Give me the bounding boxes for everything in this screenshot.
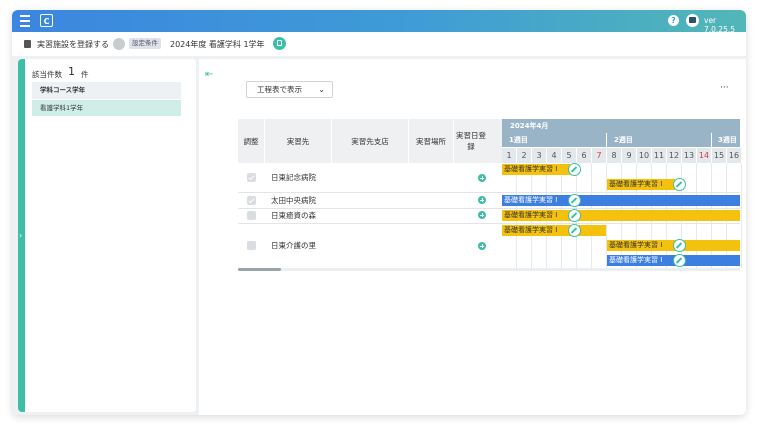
adjust-checkbox[interactable] <box>247 211 256 220</box>
gantt-day: 6 <box>577 148 591 163</box>
gantt-day: 12 <box>667 148 681 163</box>
user-icon <box>113 38 125 50</box>
gantt-day: 15 <box>712 148 726 163</box>
gantt-grid-line <box>741 163 742 268</box>
condition-text: 2024年度 看護学科 1学年 <box>170 40 265 49</box>
edit-pencil-icon[interactable] <box>568 194 581 207</box>
gantt-day: 9 <box>622 148 636 163</box>
add-date-icon[interactable] <box>478 242 486 250</box>
sub-header: 実習施設を登録する 設定条件 2024年度 看護学科 1学年 <box>12 32 746 56</box>
adjust-checkbox[interactable] <box>247 173 256 182</box>
building-icon <box>24 40 31 48</box>
header-date-registration: 実習日登録 <box>456 131 486 151</box>
left-rail[interactable]: › <box>18 59 25 412</box>
hamburger-menu-icon[interactable] <box>20 15 30 27</box>
main-area: ⇤ 工程表で表示 ⌄ ··· 調整 実習先 実習先支店 実習場所 実習日登録 2… <box>199 59 746 415</box>
more-icon[interactable]: ··· <box>720 83 729 93</box>
chevron-right-icon[interactable]: › <box>19 231 22 240</box>
chevron-down-icon: ⌄ <box>318 85 325 94</box>
scrollbar-thumb[interactable] <box>238 268 281 271</box>
condition-badge: 設定条件 <box>129 38 161 49</box>
header-branch: 実習先支店 <box>351 136 389 146</box>
edit-pencil-icon[interactable] <box>568 209 581 222</box>
add-date-icon[interactable] <box>478 211 486 219</box>
horizontal-scrollbar[interactable] <box>238 268 740 271</box>
training-bar[interactable]: 基礎看護学実習 I <box>502 210 740 221</box>
help-icon[interactable]: ? <box>668 15 679 26</box>
top-bar: C ? ver 7.0.25.5 <box>12 10 746 34</box>
gantt-day: 1 <box>502 148 516 163</box>
gantt-day: 2 <box>517 148 531 163</box>
training-bar[interactable]: 基礎看護学実習 I <box>502 195 740 206</box>
header-facility: 実習先 <box>286 136 310 146</box>
add-date-icon[interactable] <box>478 196 486 204</box>
edit-pencil-icon[interactable] <box>673 239 686 252</box>
edit-pencil-icon[interactable] <box>673 178 686 191</box>
gantt-day: 5 <box>562 148 576 163</box>
gantt-week-2: 2週目 <box>607 133 711 147</box>
count-unit: 件 <box>81 70 89 79</box>
gantt-day: 14 <box>697 148 711 163</box>
facility-name: 日東記念病院 <box>271 173 316 182</box>
gantt-week-3: 3週目 <box>712 133 740 147</box>
gantt-day: 4 <box>547 148 561 163</box>
page-title: 実習施設を登録する <box>37 40 109 49</box>
list-item[interactable]: 看護学科1学年 <box>32 100 181 116</box>
gantt-day: 7 <box>592 148 606 163</box>
view-select-value: 工程表で表示 <box>257 85 302 94</box>
app-window: C ? ver 7.0.25.5 実習施設を登録する 設定条件 2024年度 看… <box>12 10 746 415</box>
edit-pencil-icon[interactable] <box>673 254 686 267</box>
facility-name: 日東癒資の森 <box>271 211 316 220</box>
count-number: 1 <box>68 65 75 78</box>
list-header: 学科コース学年 <box>32 82 181 99</box>
gantt-day: 16 <box>727 148 741 163</box>
app-logo: C <box>40 14 53 27</box>
gantt-day: 13 <box>682 148 696 163</box>
left-panel: › 該当件数 1 件 学科コース学年 看護学科1学年 › <box>18 59 202 412</box>
bus-icon[interactable] <box>686 14 699 27</box>
bookmark-icon[interactable] <box>273 37 286 50</box>
edit-pencil-icon[interactable] <box>568 163 581 176</box>
training-bar[interactable]: 基礎看護学実習 I <box>607 179 675 190</box>
facility-name: 太田中央病院 <box>271 196 316 205</box>
gantt-week-1: 1週目 <box>502 133 606 147</box>
training-bar[interactable]: 基礎看護学実習 I <box>502 164 570 175</box>
count-label: 該当件数 <box>32 70 62 79</box>
gantt-day: 10 <box>637 148 651 163</box>
edit-pencil-icon[interactable] <box>568 224 581 237</box>
header-adjust: 調整 <box>243 136 259 146</box>
adjust-checkbox[interactable] <box>247 241 256 250</box>
gantt-day: 8 <box>607 148 621 163</box>
adjust-checkbox[interactable] <box>247 196 256 205</box>
facility-name: 日東介護の里 <box>271 241 316 250</box>
gantt-month: 2024年4月 <box>502 119 740 133</box>
view-select[interactable]: 工程表で表示 ⌄ <box>246 81 333 98</box>
header-place: 実習場所 <box>416 136 446 146</box>
gantt-day: 11 <box>652 148 666 163</box>
table-header: 調整 実習先 実習先支店 実習場所 実習日登録 <box>238 119 502 163</box>
add-date-icon[interactable] <box>478 174 486 182</box>
collapse-left-icon[interactable]: ⇤ <box>205 69 213 80</box>
training-bar[interactable]: 基礎看護学実習 I <box>502 225 606 236</box>
gantt-day: 3 <box>532 148 546 163</box>
